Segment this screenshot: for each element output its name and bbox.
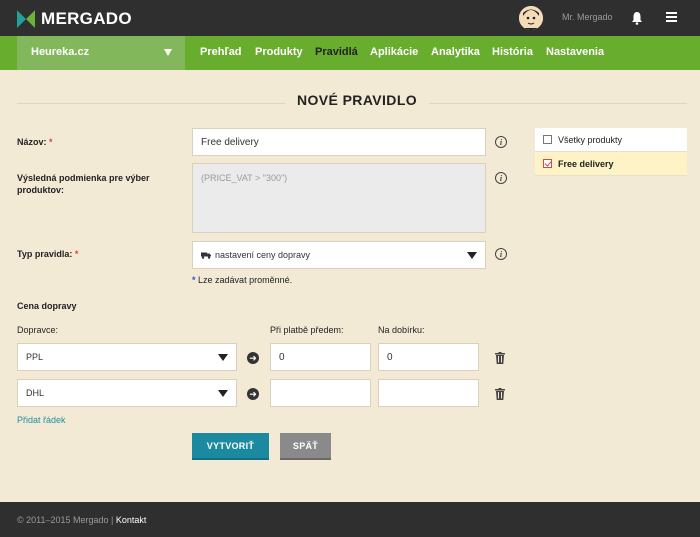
sidebar-item-free-delivery[interactable]: Free delivery xyxy=(535,152,687,176)
rule-type-select[interactable]: nastavení ceny dopravy xyxy=(192,241,486,269)
carrier-value: PPL xyxy=(26,352,44,362)
sidebar-item-label: Všetky produkty xyxy=(558,134,623,145)
required-mark: * xyxy=(74,249,79,259)
sidebar-item-label: Free delivery xyxy=(558,158,614,169)
variables-hint: * Lze zadávat proměnné. xyxy=(192,275,292,285)
page-title: NOVÉ PRAVIDLO xyxy=(285,92,430,108)
footer: © 2011–2015 Mergado | Kontakt xyxy=(0,502,700,537)
back-button[interactable]: SPÄŤ xyxy=(280,433,331,460)
required-mark: * xyxy=(49,137,53,147)
prepay-column-label: Při platbě předem: xyxy=(270,325,344,335)
nav-item-products[interactable]: Produkty xyxy=(255,46,303,58)
rule-sidebar: Všetky produkty Free delivery xyxy=(535,128,687,176)
truck-icon xyxy=(201,252,211,259)
hint-star: * xyxy=(192,275,196,285)
rule-type-label: Typ pravidla: * xyxy=(17,249,78,259)
prepay-input[interactable]: 0 xyxy=(270,343,371,371)
username[interactable]: Mr. Mergado xyxy=(562,12,613,22)
nav-item-overview[interactable]: Prehľad xyxy=(200,46,242,58)
name-label: Názov: * xyxy=(17,137,53,147)
user-avatar[interactable] xyxy=(519,6,543,30)
condition-placeholder: (PRICE_VAT > "300") xyxy=(201,173,288,183)
sidebar-item-all-products[interactable]: Všetky produkty xyxy=(535,128,687,152)
chevron-down-icon xyxy=(164,49,172,56)
chevron-down-icon xyxy=(218,390,228,397)
carrier-select[interactable]: DHL xyxy=(17,379,237,407)
condition-info-icon[interactable]: i xyxy=(495,172,507,184)
arrow-right-icon: ➜ xyxy=(247,352,259,364)
nav-item-rules[interactable]: Pravidlá xyxy=(315,46,358,58)
nav-item-apps[interactable]: Aplikácie xyxy=(370,46,418,58)
name-input-value: Free delivery xyxy=(201,136,259,148)
add-row-link[interactable]: Přidat řádek xyxy=(17,415,66,425)
top-bar: MERGADO Mr. Mergado xyxy=(0,0,700,36)
cod-input[interactable]: 0 xyxy=(378,343,479,371)
main-nav: Heureka.cz Prehľad Produkty Pravidlá Apl… xyxy=(0,36,700,70)
trash-icon[interactable] xyxy=(495,352,505,364)
checkbox-icon[interactable] xyxy=(543,135,552,144)
hint-text: Lze zadávat proměnné. xyxy=(198,275,293,285)
prepay-value: 0 xyxy=(279,351,285,363)
copyright: © 2011–2015 Mergado | xyxy=(17,515,114,525)
rule-type-info-icon[interactable]: i xyxy=(495,248,507,260)
name-input[interactable]: Free delivery xyxy=(192,128,486,156)
carrier-column-label: Dopravce: xyxy=(17,325,59,335)
create-button[interactable]: VYTVORIŤ xyxy=(192,433,269,460)
chevron-down-icon xyxy=(218,354,228,361)
cod-value: 0 xyxy=(387,351,393,363)
shop-selector-label: Heureka.cz xyxy=(31,46,90,58)
carrier-value: DHL xyxy=(26,388,45,398)
logo[interactable]: MERGADO xyxy=(17,9,132,29)
rule-type-label-text: Typ pravidla: xyxy=(17,249,73,259)
nav-item-analytics[interactable]: Analytika xyxy=(431,46,480,58)
avatar-face-icon xyxy=(519,6,543,30)
cod-column-label: Na dobírku: xyxy=(378,325,425,335)
carrier-select[interactable]: PPL xyxy=(17,343,237,371)
arrow-right-icon: ➜ xyxy=(247,388,259,400)
logo-text: MERGADO xyxy=(41,9,132,28)
mergado-logo-icon xyxy=(17,10,35,28)
notification-bell-icon[interactable] xyxy=(631,11,643,25)
hamburger-menu-icon[interactable] xyxy=(666,12,677,22)
cod-input[interactable] xyxy=(378,379,479,407)
nav-item-settings[interactable]: Nastavenia xyxy=(546,46,604,58)
name-label-text: Názov: xyxy=(17,137,47,147)
condition-label: Výsledná podmienka pre výber produktov: xyxy=(17,173,150,195)
nav-item-history[interactable]: História xyxy=(492,46,533,58)
prepay-input[interactable] xyxy=(270,379,371,407)
trash-icon[interactable] xyxy=(495,388,505,400)
checked-checkbox-icon[interactable] xyxy=(543,159,552,168)
condition-textarea[interactable]: (PRICE_VAT > "300") xyxy=(192,163,486,233)
shipping-price-heading: Cena dopravy xyxy=(17,301,77,311)
chevron-down-icon xyxy=(467,252,477,259)
rule-type-value: nastavení ceny dopravy xyxy=(215,250,311,260)
name-info-icon[interactable]: i xyxy=(495,136,507,148)
shop-selector[interactable]: Heureka.cz xyxy=(17,36,185,70)
contact-link[interactable]: Kontakt xyxy=(116,515,147,525)
